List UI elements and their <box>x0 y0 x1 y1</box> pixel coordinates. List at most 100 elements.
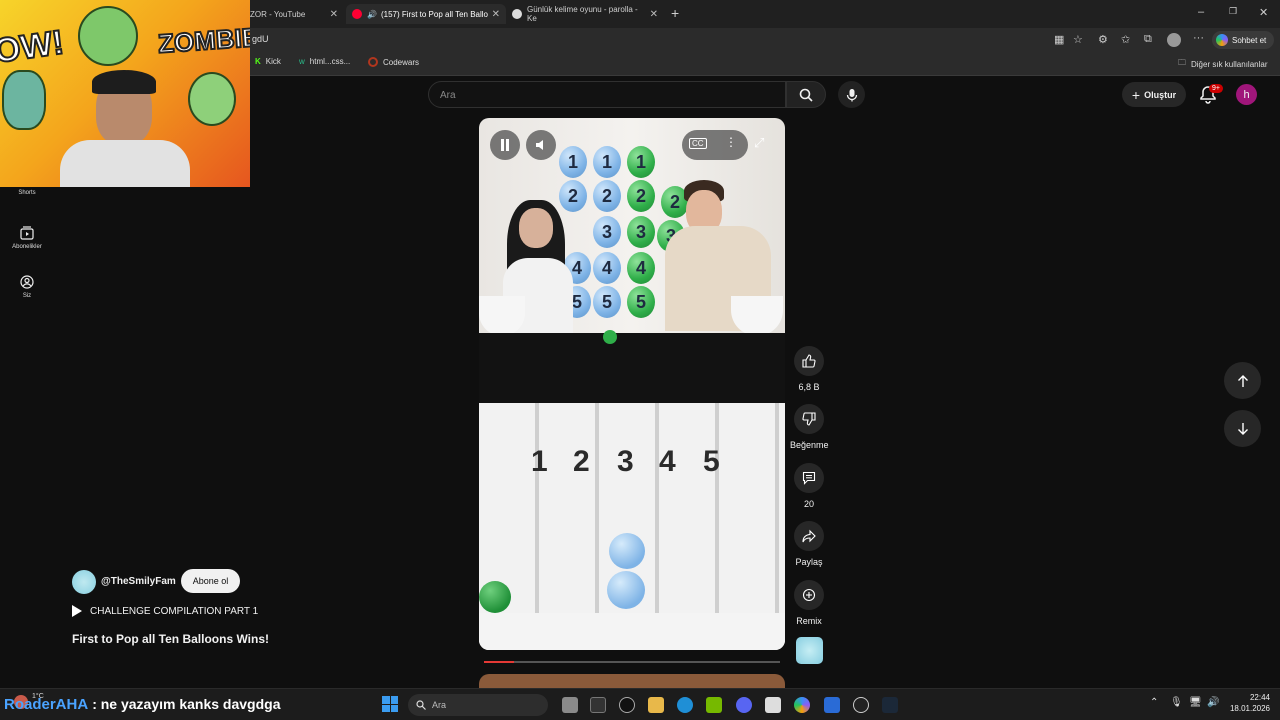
close-window-icon[interactable]: ✕ <box>1259 6 1268 19</box>
dislike-button[interactable]: Beğenme <box>790 404 829 450</box>
subscribe-button[interactable]: Abone ol <box>181 569 240 593</box>
ball-slide: 1 2 3 4 5 <box>479 403 785 650</box>
more-options-icon[interactable]: ⋮ <box>725 135 737 149</box>
playlist-link[interactable]: CHALLENGE COMPILATION PART 1 <box>72 605 258 617</box>
search-button[interactable] <box>786 81 826 108</box>
url-field[interactable]: gdU <box>252 34 269 44</box>
more-icon[interactable]: ··· <box>1193 32 1204 44</box>
bookmark-kick[interactable]: K Kick <box>255 57 281 66</box>
chatgpt-icon[interactable] <box>619 697 635 713</box>
bookmark-label: Kick <box>265 57 281 66</box>
search-input[interactable]: Ara <box>428 81 786 108</box>
profile-icon[interactable] <box>1167 33 1181 47</box>
streamer-shirt <box>60 140 190 187</box>
taskbar-search[interactable]: Ara <box>408 694 548 716</box>
lane-number: 2 <box>573 445 590 478</box>
apps-icon[interactable]: ▦ <box>1054 33 1064 46</box>
app-icon[interactable] <box>590 697 606 713</box>
balloon: 1 <box>559 146 587 178</box>
remix-button[interactable]: Remix <box>790 580 828 626</box>
video-progress-fill <box>484 661 514 663</box>
minimize-icon[interactable]: – <box>1198 6 1204 18</box>
clock-time: 22:44 <box>1249 693 1270 702</box>
network-icon[interactable]: 🖥 <box>1189 697 1202 708</box>
obs-icon[interactable] <box>853 697 869 713</box>
play-icon <box>72 605 82 617</box>
sidebar-item-label: Abonelikler <box>12 244 42 250</box>
edge-browser-icon[interactable] <box>677 697 693 713</box>
you-icon <box>20 275 34 289</box>
chat-message: : ne yazayım kanks davgdga <box>92 696 281 712</box>
close-tab-icon[interactable]: ✕ <box>650 9 658 20</box>
create-button[interactable]: + Oluştur <box>1122 82 1186 107</box>
account-avatar[interactable]: h <box>1236 84 1257 105</box>
copilot-icon[interactable] <box>794 697 810 713</box>
playlist-label: CHALLENGE COMPILATION PART 1 <box>90 605 259 617</box>
create-label: Oluştur <box>1144 89 1177 100</box>
sidebar-item-label: Siz <box>22 293 32 299</box>
next-video-preview[interactable] <box>479 674 785 688</box>
task-view-icon[interactable] <box>562 697 578 713</box>
app-icon[interactable] <box>824 697 840 713</box>
stream-chat-overlay: RoaderAHA : ne yazayım kanks davgdga <box>4 696 281 713</box>
taskbar-search-placeholder: Ara <box>432 700 447 710</box>
bookmark-html-css[interactable]: w html...css... <box>299 57 350 66</box>
comments-button[interactable]: 20 <box>790 463 828 509</box>
volume-icon[interactable]: 🔊 <box>1207 697 1219 708</box>
fullscreen-icon[interactable]: ⤢ <box>754 135 764 151</box>
share-label: Paylaş <box>795 557 823 567</box>
favorites-icon[interactable]: ✩ <box>1121 33 1130 46</box>
tab-current-video[interactable]: 🔊 (157) First to Pop all Ten Ballo ✕ <box>346 4 506 24</box>
bookmark-codewars[interactable]: Codewars <box>368 57 419 67</box>
copilot-button[interactable]: Sohbet et <box>1212 31 1274 49</box>
close-tab-icon[interactable]: ✕ <box>330 9 338 20</box>
voice-search-button[interactable] <box>838 81 865 108</box>
pause-button[interactable] <box>490 130 520 160</box>
volume-icon <box>536 140 543 150</box>
collections-icon[interactable]: ⧉ <box>1144 33 1152 46</box>
arrow-down-icon <box>1237 422 1248 435</box>
volume-button[interactable] <box>526 130 556 160</box>
channel-avatar[interactable] <box>72 570 96 594</box>
file-explorer-icon[interactable] <box>648 697 664 713</box>
new-tab-icon[interactable]: + <box>671 5 679 21</box>
extensions-icon[interactable]: ⚙ <box>1098 33 1108 46</box>
start-button[interactable] <box>382 696 398 712</box>
tab-youtube-zor[interactable]: ZOR - YouTube ✕ <box>244 4 344 24</box>
next-video-button[interactable] <box>1224 410 1261 447</box>
tab-parolla[interactable]: Günlük kelime oyunu - parolla - Ke ✕ <box>506 4 664 24</box>
taskbar-clock[interactable]: 22:44 18.01.2026 <box>1226 692 1270 714</box>
sidebar-item-you[interactable]: Siz <box>0 275 54 299</box>
lane-number: 4 <box>659 445 676 478</box>
tab-label: ZOR - YouTube <box>250 9 306 19</box>
microphone-icon[interactable]: 🎙 <box>1170 697 1183 708</box>
share-icon <box>802 529 816 543</box>
lane-number: 5 <box>703 445 720 478</box>
thumbs-up-icon <box>802 354 816 368</box>
plus-icon: + <box>1131 86 1141 103</box>
video-progress-track[interactable] <box>484 661 780 663</box>
snipping-tool-icon[interactable] <box>765 697 781 713</box>
channel-name[interactable]: @TheSmilyFam <box>101 576 176 587</box>
lane-number: 1 <box>531 445 548 478</box>
like-button[interactable]: 6,8 B <box>790 346 828 392</box>
favorite-star-icon[interactable]: ☆ <box>1073 33 1083 46</box>
sound-thumbnail[interactable] <box>796 637 823 664</box>
previous-video-button[interactable] <box>1224 362 1261 399</box>
table-surface <box>479 333 785 413</box>
shorts-video-player[interactable]: 1 1 1 2 2 2 2 3 3 3 4 4 4 5 5 5 1 2 3 4 … <box>479 118 785 650</box>
restore-icon[interactable]: ❐ <box>1229 6 1237 17</box>
chevron-up-icon[interactable]: ⌃ <box>1150 697 1158 708</box>
person-left-face <box>519 208 553 248</box>
share-button[interactable]: Paylaş <box>790 521 828 567</box>
sidebar-item-subscriptions[interactable]: Abonelikler <box>0 226 54 250</box>
captions-icon[interactable]: CC <box>689 138 707 149</box>
sidebar-item-shorts[interactable]: Shorts <box>0 190 54 196</box>
steam-icon[interactable] <box>882 697 898 713</box>
nvidia-icon[interactable] <box>706 697 722 713</box>
close-tab-icon[interactable]: ✕ <box>492 9 500 20</box>
discord-icon[interactable] <box>736 697 752 713</box>
bookmark-other-favorites[interactable]: 🗀 Diğer sık kullanılanlar <box>1178 57 1267 71</box>
speaker-icon[interactable]: 🔊 <box>367 10 377 19</box>
lane-number: 3 <box>617 445 634 478</box>
